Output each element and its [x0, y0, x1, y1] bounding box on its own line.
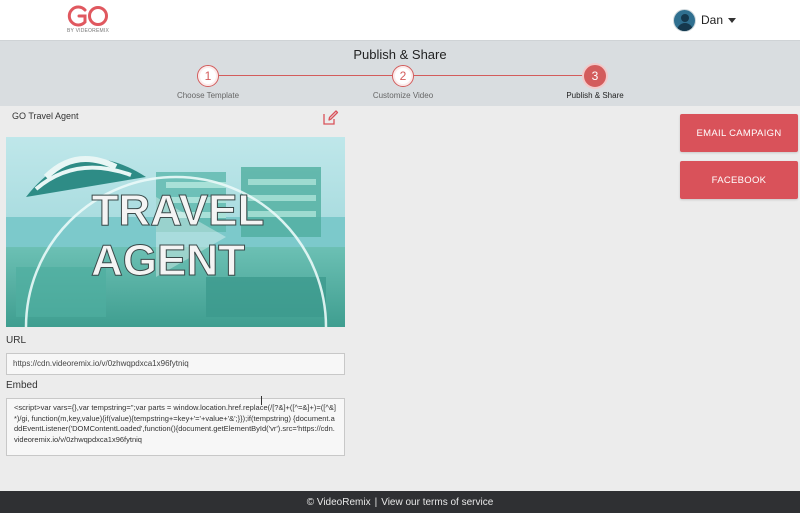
- top-header: BY VIDEOREMIX Dan: [0, 0, 800, 40]
- video-preview-image: TRAVEL AGENT: [6, 137, 345, 327]
- step-3-label: Publish & Share: [566, 91, 624, 100]
- email-campaign-button[interactable]: EMAIL CAMPAIGN: [680, 114, 798, 152]
- embed-code-field[interactable]: <script>var vars={},var tempstring='';va…: [6, 398, 345, 456]
- edit-icon[interactable]: [321, 109, 339, 127]
- logo-mark-icon: [67, 5, 108, 27]
- video-thumbnail[interactable]: TRAVEL AGENT: [6, 137, 345, 327]
- step-connector: [414, 75, 584, 76]
- copyright-text: © VideoRemix: [306, 496, 371, 508]
- step-3-circle[interactable]: 3: [584, 65, 606, 87]
- footer: © VideoRemix | View our terms of service: [0, 491, 800, 513]
- step-connector: [219, 75, 392, 76]
- step-2-label: Customize Video: [372, 91, 434, 100]
- url-field[interactable]: https://cdn.videoremix.io/v/0zhwqpdxca1x…: [6, 353, 345, 375]
- user-name[interactable]: Dan: [701, 13, 723, 27]
- logo-subtext: BY VIDEOREMIX: [67, 28, 109, 34]
- text-cursor-icon: [261, 396, 266, 405]
- thumbnail-title-line2: AGENT: [91, 236, 245, 285]
- user-menu[interactable]: Dan: [673, 8, 737, 32]
- progress-stepper: Publish & Share 1 Choose Template 2 Cust…: [0, 40, 800, 106]
- project-title: GO Travel Agent: [12, 111, 79, 121]
- facebook-button[interactable]: FACEBOOK: [680, 161, 798, 199]
- step-1-circle[interactable]: 1: [197, 65, 219, 87]
- thumbnail-title-line1: TRAVEL: [92, 186, 265, 235]
- step-1-label: Choose Template: [176, 91, 240, 100]
- page-title: Publish & Share: [353, 47, 447, 62]
- url-label: URL: [6, 335, 27, 346]
- terms-link[interactable]: View our terms of service: [381, 497, 493, 508]
- chevron-down-icon[interactable]: [728, 17, 737, 23]
- embed-label: Embed: [6, 380, 38, 391]
- avatar[interactable]: [673, 8, 696, 32]
- footer-separator: |: [374, 496, 378, 508]
- step-2-circle[interactable]: 2: [392, 65, 414, 87]
- go-logo[interactable]: BY VIDEOREMIX: [66, 4, 110, 36]
